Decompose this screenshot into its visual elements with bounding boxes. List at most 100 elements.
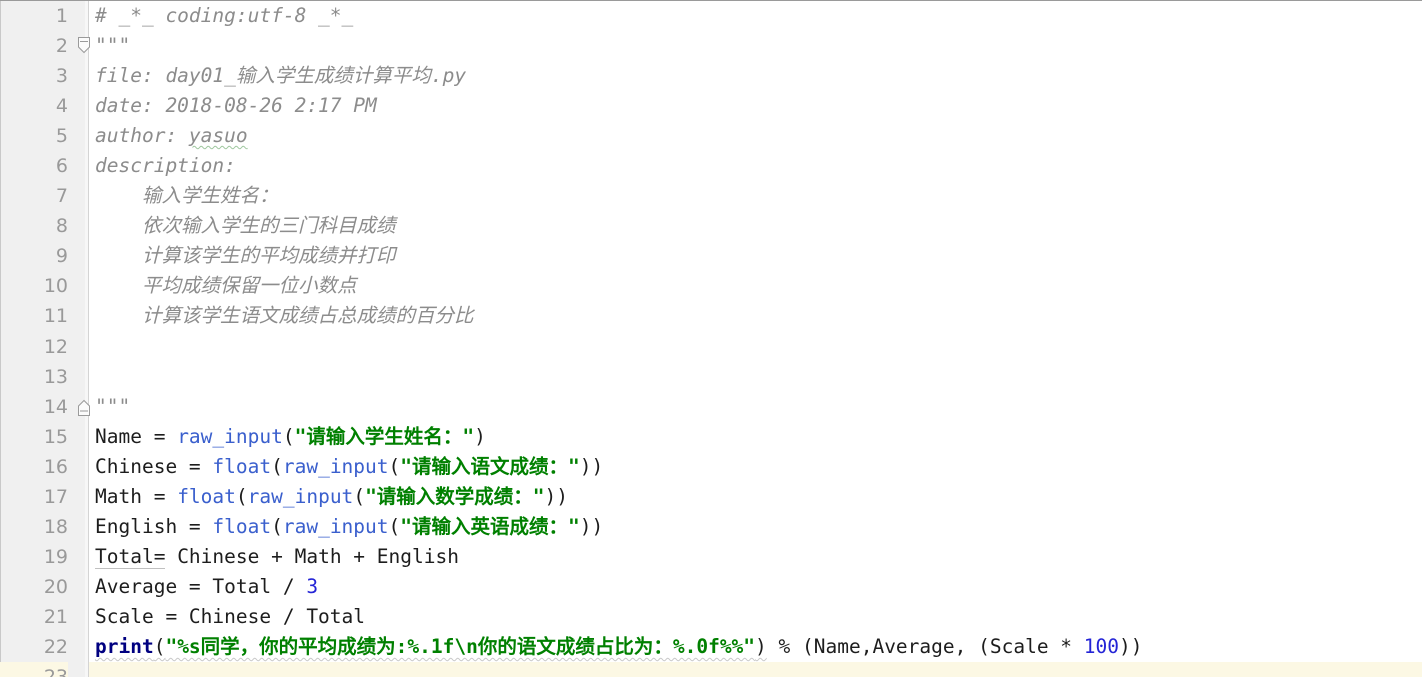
code-token: Name = xyxy=(95,424,178,448)
line-number-gutter[interactable] xyxy=(0,1,85,677)
code-line-text: author: yasuo xyxy=(95,121,248,151)
code-line[interactable]: 13 xyxy=(0,362,1422,392)
code-token: 平均成绩保留一位小数点 xyxy=(95,274,357,298)
code-token: file: day01_输入学生成绩计算平均.py xyxy=(95,64,467,88)
code-line[interactable]: 15 Name = raw_input("请输入学生姓名：") xyxy=(0,422,1422,452)
code-token: )) xyxy=(579,514,604,538)
code-line[interactable]: 16 Chinese = float(raw_input("请输入语文成绩：")) xyxy=(0,452,1422,482)
code-token: float xyxy=(212,514,272,538)
code-line[interactable]: 23 xyxy=(0,662,1422,677)
code-token: ( xyxy=(153,634,166,658)
code-line-text: date: 2018-08-26 2:17 PM xyxy=(95,91,377,121)
code-token: float xyxy=(177,484,236,508)
code-token: ( xyxy=(282,424,295,448)
code-line-text: Scale = Chinese / Total xyxy=(95,602,365,632)
code-line[interactable]: 9 计算该学生的平均成绩并打印 xyxy=(0,241,1422,271)
code-line-text: """ xyxy=(95,31,130,61)
code-token: raw_input xyxy=(282,454,389,478)
code-line[interactable]: 18 English = float(raw_input("请输入英语成绩：")) xyxy=(0,512,1422,542)
code-token: Chinese = xyxy=(95,454,213,478)
code-token: ( xyxy=(353,484,366,508)
code-token: ) xyxy=(755,634,767,658)
code-line[interactable]: 4 date: 2018-08-26 2:17 PM xyxy=(0,91,1422,121)
code-line[interactable]: 19 Total= Chinese + Math + English xyxy=(0,542,1422,572)
code-line-text: English = float(raw_input("请输入英语成绩：")) xyxy=(95,512,603,542)
code-token: ( xyxy=(271,454,283,478)
code-token: "请输入语文成绩：" xyxy=(400,454,580,478)
code-line[interactable]: 1 # _*_ coding:utf-8 _*_ xyxy=(0,1,1422,31)
code-token: "请输入学生姓名：" xyxy=(294,424,475,448)
code-token: 输入学生姓名： xyxy=(95,184,279,208)
code-line-text: Name = raw_input("请输入学生姓名：") xyxy=(95,422,486,452)
code-token: Average = Total / xyxy=(95,574,307,598)
code-token: raw_input xyxy=(177,424,283,448)
code-line[interactable]: 2 """ xyxy=(0,31,1422,61)
code-line-text: # _*_ coding:utf-8 _*_ xyxy=(95,1,353,31)
code-editor[interactable]: 1 # _*_ coding:utf-8 _*_ 2 """ 3 file: day01_… xyxy=(0,0,1422,677)
code-line[interactable]: 20 Average = Total / 3 xyxy=(0,572,1422,602)
code-token: 计算该学生的平均成绩并打印 xyxy=(95,244,396,268)
code-token: ( xyxy=(388,514,401,538)
code-line[interactable]: 12 xyxy=(0,332,1422,362)
code-line-text: print("%s同学，你的平均成绩为:%.1f\n你的语文成绩占比为：%.0f… xyxy=(95,632,1143,662)
code-line-text: Math = float(raw_input("请输入数学成绩：")) xyxy=(95,482,568,512)
code-line[interactable]: 8 依次输入学生的三门科目成绩 xyxy=(0,211,1422,241)
code-line[interactable]: 17 Math = float(raw_input("请输入数学成绩：")) xyxy=(0,482,1422,512)
code-token: """ xyxy=(95,34,131,58)
code-token: raw_input xyxy=(282,514,389,538)
code-line[interactable]: 6 description: xyxy=(0,151,1422,181)
code-line-text: description: xyxy=(95,151,236,181)
code-token: )) xyxy=(544,484,569,508)
gutter-separator xyxy=(88,1,89,677)
code-token: ( xyxy=(388,454,401,478)
code-line-text: 计算该学生语文成绩占总成绩的百分比 xyxy=(95,301,474,331)
code-token: date: 2018-08-26 2:17 PM xyxy=(95,94,377,118)
code-token: "请输入数学成绩：" xyxy=(365,484,545,508)
code-token: "请输入英语成绩：" xyxy=(400,514,580,538)
code-line-text: """ xyxy=(95,392,130,422)
code-line-text: file: day01_输入学生成绩计算平均.py xyxy=(95,61,466,91)
code-line[interactable]: 10 平均成绩保留一位小数点 xyxy=(0,271,1422,301)
fold-start-icon[interactable] xyxy=(76,36,92,56)
code-token: 100 xyxy=(1083,634,1120,658)
code-line-text: 计算该学生的平均成绩并打印 xyxy=(95,241,396,271)
code-token: description: xyxy=(95,154,236,178)
code-token: Chinese + Math + English xyxy=(165,544,459,568)
code-token: ( xyxy=(271,514,283,538)
code-token: 依次输入学生的三门科目成绩 xyxy=(95,214,396,238)
code-line-text: Chinese = float(raw_input("请输入语文成绩：")) xyxy=(95,452,603,482)
code-token: float xyxy=(212,454,272,478)
code-line[interactable]: 3 file: day01_输入学生成绩计算平均.py xyxy=(0,61,1422,91)
code-token: English = xyxy=(95,514,213,538)
code-token: print xyxy=(95,634,154,658)
code-token: )) xyxy=(579,454,604,478)
code-token: Scale = Chinese / Total xyxy=(95,604,366,628)
code-token: % (Name,Average, (Scale * xyxy=(766,634,1084,658)
code-token: Math = xyxy=(95,484,178,508)
code-token: Total= xyxy=(95,544,166,569)
code-token: """ xyxy=(95,394,131,418)
code-token: ( xyxy=(235,484,248,508)
code-line-text: Total= Chinese + Math + English xyxy=(95,542,459,572)
code-token: # _*_ coding:utf-8 _*_ xyxy=(95,4,354,27)
code-line-text: Average = Total / 3 xyxy=(95,572,318,602)
code-line[interactable]: 21 Scale = Chinese / Total xyxy=(0,602,1422,632)
code-token: 3 xyxy=(306,574,319,598)
code-token: raw_input xyxy=(247,484,354,508)
code-token: yasuo xyxy=(188,124,248,148)
code-line[interactable]: 22 print("%s同学，你的平均成绩为:%.1f\n你的语文成绩占比为：%.… xyxy=(0,632,1422,662)
code-line[interactable]: 5 author: yasuo xyxy=(0,121,1422,151)
code-token: )) xyxy=(1119,634,1143,658)
code-lines-container[interactable]: 1 # _*_ coding:utf-8 _*_ 2 """ 3 file: day01_… xyxy=(0,1,1422,677)
code-line[interactable]: 7 输入学生姓名： xyxy=(0,181,1422,211)
code-token: author: xyxy=(95,124,189,148)
code-token: "%s同学，你的平均成绩为:%.1f\n你的语文成绩占比为：%.0f%%" xyxy=(165,634,756,658)
code-token: 计算该学生语文成绩占总成绩的百分比 xyxy=(95,304,474,328)
code-token: ) xyxy=(474,424,486,448)
code-line-text: 输入学生姓名： xyxy=(95,181,279,211)
code-line[interactable]: 14 """ xyxy=(0,392,1422,422)
fold-end-icon[interactable] xyxy=(76,397,92,417)
code-line[interactable]: 11 计算该学生语文成绩占总成绩的百分比 xyxy=(0,301,1422,331)
code-line-text: 依次输入学生的三门科目成绩 xyxy=(95,211,396,241)
code-line-text: 平均成绩保留一位小数点 xyxy=(95,271,357,301)
